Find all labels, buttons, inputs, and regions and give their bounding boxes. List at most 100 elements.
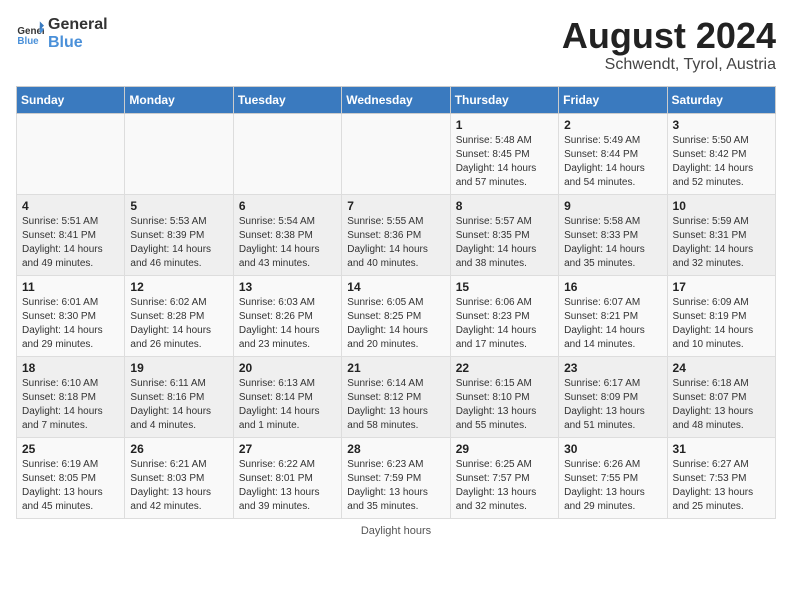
day-info-15: Sunrise: 6:06 AM Sunset: 8:23 PM Dayligh… xyxy=(456,296,553,352)
day-info-4: Sunrise: 5:51 AM Sunset: 8:41 PM Dayligh… xyxy=(22,215,119,271)
day-number-14: 14 xyxy=(347,280,444,294)
day-info-17: Sunrise: 6:09 AM Sunset: 8:19 PM Dayligh… xyxy=(673,296,770,352)
day-number-21: 21 xyxy=(347,361,444,375)
main-title: August 2024 xyxy=(562,16,776,56)
day-number-22: 22 xyxy=(456,361,553,375)
col-header-monday: Monday xyxy=(125,86,233,113)
day-cell-13: 13Sunrise: 6:03 AM Sunset: 8:26 PM Dayli… xyxy=(233,275,341,356)
day-number-27: 27 xyxy=(239,442,336,456)
day-info-30: Sunrise: 6:26 AM Sunset: 7:55 PM Dayligh… xyxy=(564,458,661,514)
day-cell-30: 30 Sunrise: 6:26 AM Sunset: 7:55 PM Dayli… xyxy=(559,437,667,518)
empty-cell xyxy=(17,113,125,194)
day-info-3: Sunrise: 5:50 AM Sunset: 8:42 PM Dayligh… xyxy=(673,134,770,190)
title-block: August 2024 Schwendt, Tyrol, Austria xyxy=(562,16,776,74)
col-header-friday: Friday xyxy=(559,86,667,113)
day-number-12: 12 xyxy=(130,280,227,294)
day-number-7: 7 xyxy=(347,199,444,213)
empty-cell xyxy=(342,113,450,194)
day-info-16: Sunrise: 6:07 AM Sunset: 8:21 PM Dayligh… xyxy=(564,296,661,352)
day-number-18: 18 xyxy=(22,361,119,375)
sub-title: Schwendt, Tyrol, Austria xyxy=(562,56,776,74)
day-cell-24: 24Sunrise: 6:18 AM Sunset: 8:07 PM Dayli… xyxy=(667,356,775,437)
day-cell-29: 29 Sunrise: 6:25 AM Sunset: 7:57 PM Dayli… xyxy=(450,437,558,518)
svg-text:Blue: Blue xyxy=(17,36,39,47)
calendar-header: SundayMondayTuesdayWednesdayThursdayFrid… xyxy=(17,86,776,113)
day-number-16: 16 xyxy=(564,280,661,294)
day-info-9: Sunrise: 5:58 AM Sunset: 8:33 PM Dayligh… xyxy=(564,215,661,271)
day-number-23: 23 xyxy=(564,361,661,375)
day-cell-31: 31Sunrise: 6:27 AM Sunset: 7:53 PM Dayli… xyxy=(667,437,775,518)
day-cell-4: 4 Sunrise: 5:51 AM Sunset: 8:41 PM Daylig… xyxy=(17,194,125,275)
day-cell-7: 7 Sunrise: 5:55 AM Sunset: 8:36 PM Daylig… xyxy=(342,194,450,275)
day-cell-10: 10 Sunrise: 5:59 AM Sunset: 8:31 PM Dayli… xyxy=(667,194,775,275)
week-row-4: 18Sunrise: 6:10 AM Sunset: 8:18 PM Dayli… xyxy=(17,356,776,437)
day-number-5: 5 xyxy=(130,199,227,213)
day-number-10: 10 xyxy=(673,199,770,213)
calendar-table: SundayMondayTuesdayWednesdayThursdayFrid… xyxy=(16,86,776,519)
col-header-wednesday: Wednesday xyxy=(342,86,450,113)
day-cell-3: 3Sunrise: 5:50 AM Sunset: 8:42 PM Daylig… xyxy=(667,113,775,194)
day-number-6: 6 xyxy=(239,199,336,213)
page-header: General Blue General Blue August 2024 Sc… xyxy=(16,16,776,74)
week-row-3: 11 Sunrise: 6:01 AM Sunset: 8:30 PM Dayli… xyxy=(17,275,776,356)
day-cell-1: 1Sunrise: 5:48 AM Sunset: 8:45 PM Daylig… xyxy=(450,113,558,194)
day-info-13: Sunrise: 6:03 AM Sunset: 8:26 PM Dayligh… xyxy=(239,296,336,352)
day-cell-27: 27 Sunrise: 6:22 AM Sunset: 8:01 PM Dayli… xyxy=(233,437,341,518)
day-cell-22: 22Sunrise: 6:15 AM Sunset: 8:10 PM Dayli… xyxy=(450,356,558,437)
day-cell-14: 14Sunrise: 6:05 AM Sunset: 8:25 PM Dayli… xyxy=(342,275,450,356)
day-info-2: Sunrise: 5:49 AM Sunset: 8:44 PM Dayligh… xyxy=(564,134,661,190)
day-number-2: 2 xyxy=(564,118,661,132)
day-number-26: 26 xyxy=(130,442,227,456)
day-info-25: Sunrise: 6:19 AM Sunset: 8:05 PM Dayligh… xyxy=(22,458,119,514)
day-number-20: 20 xyxy=(239,361,336,375)
day-cell-18: 18Sunrise: 6:10 AM Sunset: 8:18 PM Dayli… xyxy=(17,356,125,437)
col-header-tuesday: Tuesday xyxy=(233,86,341,113)
col-header-saturday: Saturday xyxy=(667,86,775,113)
day-number-15: 15 xyxy=(456,280,553,294)
day-cell-25: 25Sunrise: 6:19 AM Sunset: 8:05 PM Dayli… xyxy=(17,437,125,518)
day-cell-16: 16 Sunrise: 6:07 AM Sunset: 8:21 PM Dayli… xyxy=(559,275,667,356)
day-info-12: Sunrise: 6:02 AM Sunset: 8:28 PM Dayligh… xyxy=(130,296,227,352)
day-cell-8: 8Sunrise: 5:57 AM Sunset: 8:35 PM Daylig… xyxy=(450,194,558,275)
day-number-31: 31 xyxy=(673,442,770,456)
day-info-29: Sunrise: 6:25 AM Sunset: 7:57 PM Dayligh… xyxy=(456,458,553,514)
day-cell-20: 20 Sunrise: 6:13 AM Sunset: 8:14 PM Dayli… xyxy=(233,356,341,437)
day-number-30: 30 xyxy=(564,442,661,456)
day-number-4: 4 xyxy=(22,199,119,213)
day-cell-9: 9Sunrise: 5:58 AM Sunset: 8:33 PM Daylig… xyxy=(559,194,667,275)
logo: General Blue General Blue xyxy=(16,16,108,52)
day-cell-19: 19 Sunrise: 6:11 AM Sunset: 8:16 PM Dayli… xyxy=(125,356,233,437)
day-cell-21: 21Sunrise: 6:14 AM Sunset: 8:12 PM Dayli… xyxy=(342,356,450,437)
day-info-26: Sunrise: 6:21 AM Sunset: 8:03 PM Dayligh… xyxy=(130,458,227,514)
col-header-sunday: Sunday xyxy=(17,86,125,113)
col-header-thursday: Thursday xyxy=(450,86,558,113)
week-row-1: 1Sunrise: 5:48 AM Sunset: 8:45 PM Daylig… xyxy=(17,113,776,194)
day-cell-23: 23 Sunrise: 6:17 AM Sunset: 8:09 PM Dayli… xyxy=(559,356,667,437)
day-info-1: Sunrise: 5:48 AM Sunset: 8:45 PM Dayligh… xyxy=(456,134,553,190)
empty-cell xyxy=(233,113,341,194)
day-number-24: 24 xyxy=(673,361,770,375)
day-number-29: 29 xyxy=(456,442,553,456)
day-cell-26: 26 Sunrise: 6:21 AM Sunset: 8:03 PM Dayli… xyxy=(125,437,233,518)
day-info-5: Sunrise: 5:53 AM Sunset: 8:39 PM Dayligh… xyxy=(130,215,227,271)
day-info-27: Sunrise: 6:22 AM Sunset: 8:01 PM Dayligh… xyxy=(239,458,336,514)
day-number-19: 19 xyxy=(130,361,227,375)
empty-cell xyxy=(125,113,233,194)
day-info-20: Sunrise: 6:13 AM Sunset: 8:14 PM Dayligh… xyxy=(239,377,336,433)
day-info-11: Sunrise: 6:01 AM Sunset: 8:30 PM Dayligh… xyxy=(22,296,119,352)
day-info-10: Sunrise: 5:59 AM Sunset: 8:31 PM Dayligh… xyxy=(673,215,770,271)
day-cell-15: 15 Sunrise: 6:06 AM Sunset: 8:23 PM Dayli… xyxy=(450,275,558,356)
day-cell-28: 28Sunrise: 6:23 AM Sunset: 7:59 PM Dayli… xyxy=(342,437,450,518)
day-info-23: Sunrise: 6:17 AM Sunset: 8:09 PM Dayligh… xyxy=(564,377,661,433)
footer-note: Daylight hours xyxy=(16,525,776,537)
day-info-19: Sunrise: 6:11 AM Sunset: 8:16 PM Dayligh… xyxy=(130,377,227,433)
day-info-7: Sunrise: 5:55 AM Sunset: 8:36 PM Dayligh… xyxy=(347,215,444,271)
day-cell-17: 17Sunrise: 6:09 AM Sunset: 8:19 PM Dayli… xyxy=(667,275,775,356)
week-row-5: 25Sunrise: 6:19 AM Sunset: 8:05 PM Dayli… xyxy=(17,437,776,518)
day-info-6: Sunrise: 5:54 AM Sunset: 8:38 PM Dayligh… xyxy=(239,215,336,271)
day-number-11: 11 xyxy=(22,280,119,294)
day-number-8: 8 xyxy=(456,199,553,213)
week-row-2: 4 Sunrise: 5:51 AM Sunset: 8:41 PM Daylig… xyxy=(17,194,776,275)
logo-general: General xyxy=(48,16,108,34)
day-cell-12: 12 Sunrise: 6:02 AM Sunset: 8:28 PM Dayli… xyxy=(125,275,233,356)
